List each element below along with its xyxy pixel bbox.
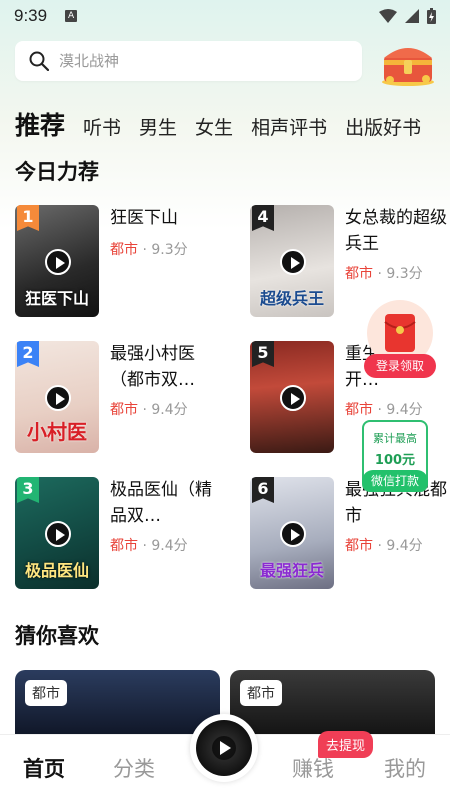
book-title: 最强小村医（都市双… [110,344,195,390]
nav-mine[interactable]: 我的 [384,753,426,783]
book-genre: 都市 [110,538,138,554]
wifi-icon [379,9,397,23]
signal-icon [405,9,419,23]
book-score: 9.3分 [151,242,188,258]
book-cover: 6 最强狂兵 [250,477,334,589]
book-score: 9.4分 [151,402,188,418]
section-title-guess: 猜你喜欢 [15,624,99,648]
book-cover: 4 超级兵王 [250,205,334,317]
battery-icon [427,8,436,24]
cover-title: 极品医仙 [24,561,89,580]
section-title-today: 今日力荐 [15,160,99,184]
book-title: 狂医下山 [110,208,178,228]
meta-separator: · [142,538,147,554]
status-icons [379,8,436,24]
category-tabs: 推荐 听书 男生 女生 相声评书 出版好书 [15,106,421,142]
cover-title: 狂医下山 [24,289,89,308]
search-icon [29,51,49,71]
cashout-float[interactable]: 累计最高 100元 微信打款 [362,420,428,492]
book-card[interactable]: 1 狂医下山 狂医下山 都市 · 9.3分 [15,205,225,320]
nav-home[interactable]: 首页 [23,753,65,783]
tab-published[interactable]: 出版好书 [345,113,421,140]
recommend-banner[interactable]: 都市 [15,670,220,740]
notification-icon: A [65,10,78,22]
status-bar: 9:39 A [0,0,450,32]
rank-badge: 3 [17,477,39,503]
treasure-chest-icon[interactable] [380,40,436,86]
tab-female[interactable]: 女生 [195,113,233,140]
genre-tag: 都市 [25,680,67,706]
tab-male[interactable]: 男生 [139,113,177,140]
play-icon [212,736,236,760]
cover-title: 最强狂兵 [259,561,324,580]
play-icon[interactable] [280,249,306,275]
book-title: 极品医仙（精品双… [110,480,212,526]
cashout-amount: 100元 [374,453,416,468]
rank-badge: 6 [252,477,274,503]
cover-title: 小村医 [27,420,87,444]
login-reward-float[interactable]: 登录领取 [364,300,436,380]
rank-badge: 1 [17,205,39,231]
meta-separator: · [377,538,382,554]
cashout-line1: 累计最高 [373,432,417,445]
tab-crosstalk[interactable]: 相声评书 [251,113,327,140]
recommend-banner[interactable]: 都市 [230,670,435,740]
book-meta: 都市 · 9.3分 [345,263,423,283]
book-genre: 都市 [345,538,373,554]
book-score: 9.4分 [151,538,188,554]
genre-tag: 都市 [240,680,282,706]
book-genre: 都市 [345,402,373,418]
search-bar[interactable] [15,41,362,81]
play-icon[interactable] [45,249,71,275]
now-playing-cover [196,720,252,776]
book-score: 9.3分 [386,266,423,282]
book-meta: 都市 · 9.3分 [110,239,188,259]
withdraw-badge[interactable]: 去提现 [318,731,374,758]
meta-separator: · [377,402,382,418]
meta-separator: · [377,266,382,282]
book-score: 9.4分 [386,538,423,554]
now-playing-button[interactable] [190,714,258,782]
book-cover: 3 极品医仙 [15,477,99,589]
play-icon[interactable] [45,385,71,411]
meta-separator: · [142,402,147,418]
cashout-button[interactable]: 微信打款 [362,470,428,492]
book-card[interactable]: 3 极品医仙 极品医仙（精品双… 都市 · 9.4分 [15,477,225,592]
play-icon[interactable] [45,521,71,547]
play-icon[interactable] [280,521,306,547]
book-cover: 2 小村医 [15,341,99,453]
book-card[interactable]: 6 最强狂兵 最强狂兵混都市 都市 · 9.4分 [250,477,450,592]
book-cover: 5 [250,341,334,453]
rank-badge: 4 [252,205,274,231]
book-meta: 都市 · 9.4分 [110,399,188,419]
book-meta: 都市 · 9.4分 [345,535,423,555]
book-title: 女总裁的超级兵王 [345,208,447,254]
book-score: 9.4分 [386,402,423,418]
tab-recommend[interactable]: 推荐 [15,106,65,142]
book-meta: 都市 · 9.4分 [345,399,423,419]
book-genre: 都市 [110,242,138,258]
book-genre: 都市 [345,266,373,282]
book-genre: 都市 [110,402,138,418]
book-cover: 1 狂医下山 [15,205,99,317]
login-reward-label: 登录领取 [364,354,436,378]
meta-separator: · [142,242,147,258]
book-meta: 都市 · 9.4分 [110,535,188,555]
search-input[interactable] [59,52,339,70]
rank-badge: 2 [17,341,39,367]
nav-category[interactable]: 分类 [113,753,155,783]
cover-title: 超级兵王 [259,289,324,308]
tab-audiobook[interactable]: 听书 [83,113,121,140]
play-icon[interactable] [280,385,306,411]
book-card[interactable]: 2 小村医 最强小村医（都市双… 都市 · 9.4分 [15,341,225,456]
rank-badge: 5 [252,341,274,367]
status-time: 9:39 [14,6,48,25]
